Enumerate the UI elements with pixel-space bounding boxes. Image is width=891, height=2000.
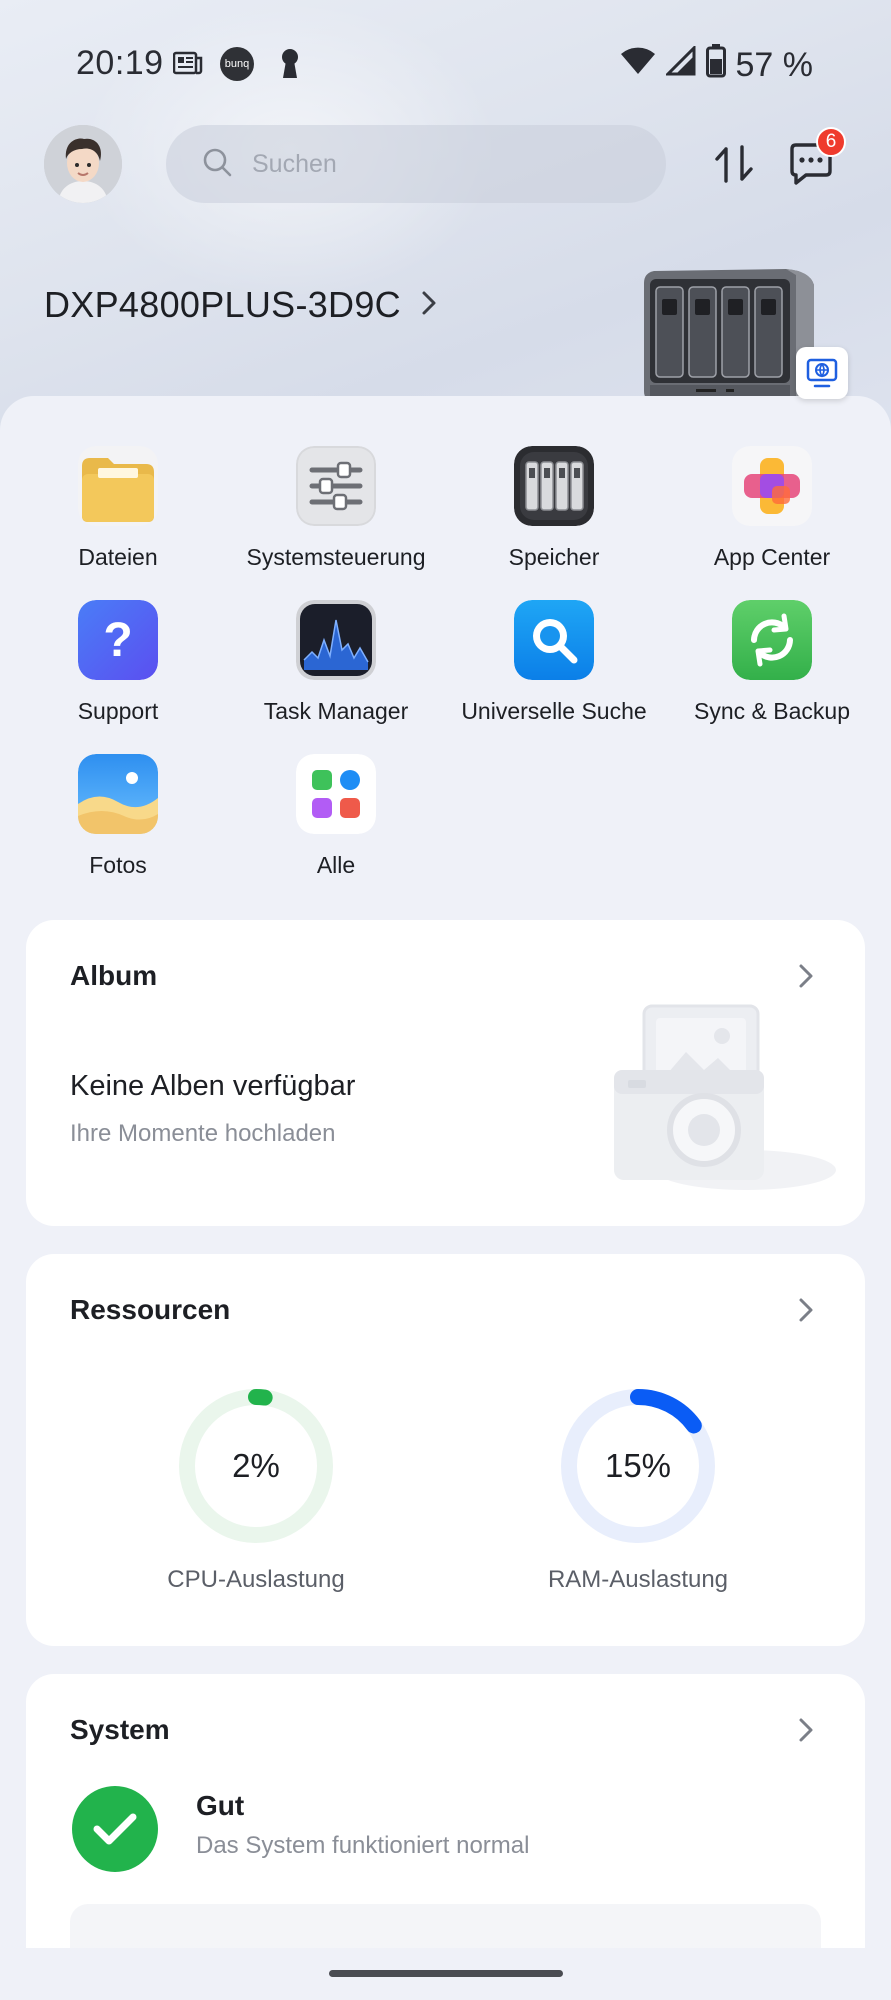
app-label: Support bbox=[77, 698, 159, 724]
main-sheet: Dateien Systemsteuerung Speicher App Cen… bbox=[0, 396, 891, 2000]
app-label: Task Manager bbox=[263, 698, 409, 724]
app-fotos[interactable]: Fotos bbox=[9, 754, 227, 894]
battery-icon bbox=[705, 44, 726, 87]
app-label: Universelle Suche bbox=[461, 698, 647, 724]
system-state: Gut bbox=[196, 1790, 245, 1821]
keyhole-icon bbox=[278, 48, 302, 78]
device-name: DXP4800PLUS-3D9C bbox=[44, 284, 401, 325]
wifi-icon bbox=[620, 46, 656, 85]
status-time: 20:19 bbox=[76, 44, 164, 82]
magnifier-icon bbox=[514, 600, 594, 680]
album-title: Album bbox=[70, 960, 158, 991]
app-label: Speicher bbox=[508, 544, 600, 570]
app-label: Alle bbox=[316, 852, 356, 878]
chevron-right-icon[interactable] bbox=[791, 1712, 821, 1748]
signal-icon bbox=[663, 44, 696, 85]
status-right: 57 % bbox=[620, 44, 814, 87]
album-empty-title: Keine Alben verfügbar bbox=[70, 1070, 356, 1102]
album-card[interactable]: Album Keine Alben verfügbar Ihre Momente… bbox=[26, 920, 865, 1226]
news-icon bbox=[172, 48, 204, 78]
all-apps-icon bbox=[296, 754, 376, 834]
ram-value: 15% bbox=[604, 1447, 672, 1484]
top-header: 6 bbox=[0, 125, 891, 205]
ram-label: RAM-Auslastung bbox=[547, 1566, 729, 1593]
chevron-right-icon[interactable] bbox=[791, 1292, 821, 1328]
notification-badge: 6 bbox=[816, 127, 846, 157]
app-center-icon bbox=[732, 446, 812, 526]
check-icon bbox=[72, 1786, 158, 1872]
app-speicher[interactable]: Speicher bbox=[445, 446, 663, 586]
bunq-label: bunq bbox=[224, 58, 250, 70]
app-universelle-suche[interactable]: Universelle Suche bbox=[445, 600, 663, 740]
app-alle[interactable]: Alle bbox=[227, 754, 445, 894]
app-label: Sync & Backup bbox=[694, 698, 850, 724]
app-dateien[interactable]: Dateien bbox=[9, 446, 227, 586]
app-label: Dateien bbox=[78, 544, 158, 570]
activity-chart-icon bbox=[296, 600, 376, 680]
app-support[interactable]: ? Support bbox=[9, 600, 227, 740]
system-description: Das System funktioniert normal bbox=[196, 1832, 530, 1859]
device-selector[interactable]: DXP4800PLUS-3D9C bbox=[44, 280, 437, 330]
transfer-icon[interactable] bbox=[712, 141, 758, 187]
camera-illustration-icon bbox=[606, 1000, 836, 1200]
battery-level: 57 % bbox=[735, 46, 814, 84]
sync-icon bbox=[732, 600, 812, 680]
resources-title: Ressourcen bbox=[70, 1294, 231, 1325]
app-task-manager[interactable]: Task Manager bbox=[227, 600, 445, 740]
search-icon bbox=[202, 147, 232, 182]
system-title: System bbox=[70, 1714, 170, 1745]
drives-icon bbox=[514, 446, 594, 526]
bunq-icon: bunq bbox=[220, 47, 254, 81]
app-app-center[interactable]: App Center bbox=[663, 446, 881, 586]
search-input[interactable] bbox=[252, 149, 632, 179]
chevron-right-icon[interactable] bbox=[791, 958, 821, 994]
chevron-right-icon bbox=[421, 290, 437, 321]
app-label: App Center bbox=[713, 544, 831, 570]
question-icon: ? bbox=[78, 600, 158, 680]
cpu-label: CPU-Auslastung bbox=[167, 1566, 345, 1593]
remote-access-icon[interactable] bbox=[796, 347, 848, 399]
svg-text:?: ? bbox=[103, 614, 132, 667]
cpu-value: 2% bbox=[232, 1447, 280, 1484]
search-bar[interactable] bbox=[166, 125, 666, 203]
folder-icon bbox=[78, 446, 158, 526]
sliders-icon bbox=[296, 446, 376, 526]
resources-card[interactable]: Ressourcen 2% CPU-Auslastung 15% RAM-Aus… bbox=[26, 1254, 865, 1646]
status-bar: 20:19 bunq 57 % bbox=[0, 0, 891, 130]
avatar[interactable] bbox=[44, 125, 122, 203]
app-label: Systemsteuerung bbox=[246, 544, 426, 570]
app-sync-backup[interactable]: Sync & Backup bbox=[663, 600, 881, 740]
app-label: Fotos bbox=[89, 852, 147, 878]
app-systemsteuerung[interactable]: Systemsteuerung bbox=[227, 446, 445, 586]
home-indicator[interactable] bbox=[329, 1970, 563, 1977]
photos-icon bbox=[78, 754, 158, 834]
album-empty-subtitle: Ihre Momente hochladen bbox=[70, 1120, 336, 1147]
